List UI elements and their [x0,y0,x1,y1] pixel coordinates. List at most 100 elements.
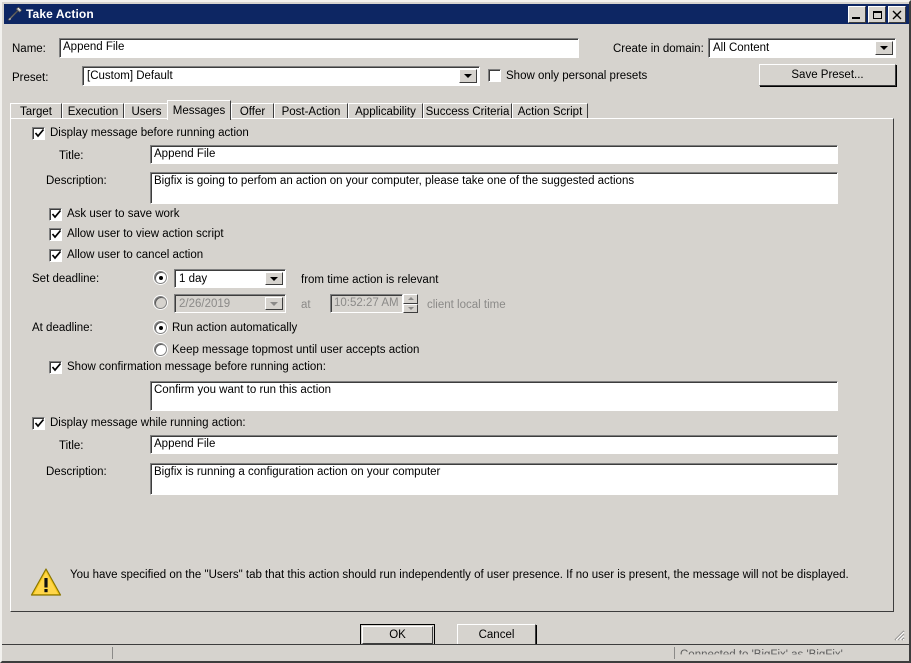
tab-target[interactable]: Target [10,103,62,119]
tab-execution[interactable]: Execution [62,103,124,119]
status-divider [674,647,675,659]
create-in-domain-value: All Content [713,42,770,54]
stepper-down-icon[interactable] [403,303,418,313]
tab-action-script[interactable]: Action Script [512,103,588,119]
tab-label: Target [20,105,52,118]
keep-message-topmost-radio[interactable] [154,343,167,356]
name-input[interactable]: Append File [59,38,579,58]
save-preset-label: Save Preset... [791,69,864,81]
tab-post-action[interactable]: Post-Action [274,103,348,119]
tab-label: Applicability [355,105,416,118]
check-icon [51,209,62,219]
chevron-down-icon[interactable] [265,297,283,310]
tab-label: Messages [172,104,226,117]
status-bar: Connected to 'BigFix' as 'BigFix' [2,644,909,661]
deadline-absolute-date-select[interactable]: 2/26/2019 [174,294,286,313]
ask-user-save-work-checkbox[interactable] [49,208,62,221]
tab-label: Action Script [517,105,583,118]
while-description-label: Description: [46,466,107,478]
deadline-at-label: at [301,299,311,311]
create-in-domain-select[interactable]: All Content [708,38,896,58]
before-description-label: Description: [46,175,107,187]
deadline-absolute-suffix: client local time [427,299,506,311]
show-confirmation-label: Show confirmation message before running… [67,361,326,373]
status-message: Connected to 'BigFix' as 'BigFix' [680,649,843,661]
before-title-label: Title: [59,150,84,162]
preset-select[interactable]: [Custom] Default [82,66,480,86]
deadline-absolute-date-value: 2/26/2019 [179,297,231,310]
chevron-down-icon[interactable] [459,69,477,83]
display-message-before-checkbox[interactable] [32,127,45,140]
while-title-input[interactable]: Append File [150,435,838,454]
allow-view-script-checkbox[interactable] [49,228,62,241]
deadline-relative-radio[interactable] [154,271,167,284]
allow-cancel-action-checkbox[interactable] [49,249,62,262]
display-message-while-checkbox[interactable] [32,417,45,430]
before-title-input[interactable]: Append File [150,145,838,164]
display-message-while-label: Display message while running action: [50,417,246,429]
show-only-personal-presets-checkbox[interactable] [488,69,501,82]
tab-strip: Target Execution Users Messages Offer Po… [10,100,894,120]
tab-applicability[interactable]: Applicability [348,103,423,119]
check-icon [51,250,62,260]
cancel-button[interactable]: Cancel [457,624,536,646]
at-deadline-label: At deadline: [32,322,93,334]
name-label: Name: [12,43,46,55]
check-icon [34,128,45,138]
run-action-automatically-radio[interactable] [154,321,167,334]
tab-offer[interactable]: Offer [231,103,274,119]
allow-cancel-action-label: Allow user to cancel action [67,249,204,261]
stepper-up-icon[interactable] [403,294,418,304]
maximize-button[interactable] [868,6,886,23]
deadline-relative-suffix: from time action is relevant [301,274,439,286]
chevron-down-icon[interactable] [875,41,893,55]
window-title: Take Action [26,7,94,21]
tab-label: Offer [239,105,266,118]
tab-users[interactable]: Users [124,103,169,119]
tab-label: Users [131,105,162,118]
close-button[interactable] [888,6,906,23]
ok-label: OK [389,629,406,641]
create-in-domain-label: Create in domain: [613,43,704,55]
check-icon [51,229,62,239]
warning-triangle-icon [30,567,62,597]
run-action-automatically-label: Run action automatically [172,322,298,334]
confirmation-message-input[interactable]: Confirm you want to run this action [150,381,838,411]
preset-label: Preset: [12,72,49,84]
preset-value: [Custom] Default [87,70,173,82]
tab-success-criteria[interactable]: Success Criteria [423,103,512,119]
status-divider [112,647,113,659]
chevron-down-icon[interactable] [265,272,283,285]
ask-user-save-work-label: Ask user to save work [67,208,180,220]
tab-label: Execution [67,105,119,118]
show-confirmation-checkbox[interactable] [49,361,62,374]
while-title-label: Title: [59,440,84,452]
display-message-before-label: Display message before running action [50,127,249,139]
wrench-icon [7,6,23,22]
check-icon [34,418,45,428]
deadline-relative-value: 1 day [179,272,208,285]
keep-message-topmost-label: Keep message topmost until user accepts … [172,344,420,356]
allow-view-script-label: Allow user to view action script [67,228,224,240]
set-deadline-label: Set deadline: [32,273,100,285]
take-action-dialog: Take Action Name: Append File Create in … [0,0,911,663]
resize-grip[interactable] [891,627,905,641]
time-stepper[interactable] [403,294,418,313]
save-preset-button[interactable]: Save Preset... [759,64,896,86]
check-icon [51,362,62,372]
ok-button[interactable]: OK [360,624,435,646]
cancel-label: Cancel [478,629,515,641]
deadline-absolute-time-input[interactable]: 10:52:27 AM [330,294,403,313]
while-description-input[interactable]: Bigfix is running a configuration action… [150,463,838,495]
deadline-relative-select[interactable]: 1 day [174,269,286,288]
window-controls [848,6,906,23]
tab-messages[interactable]: Messages [167,100,231,120]
show-only-personal-presets-label: Show only personal presets [506,70,648,82]
tab-label: Success Criteria [425,105,510,118]
deadline-absolute-radio[interactable] [154,296,167,309]
warning-message: You have specified on the "Users" tab th… [70,569,849,581]
minimize-button[interactable] [848,6,866,23]
tab-label: Post-Action [281,105,341,118]
before-description-input[interactable]: Bigfix is going to perfom an action on y… [150,172,838,204]
window-titlebar[interactable]: Take Action [4,4,909,24]
